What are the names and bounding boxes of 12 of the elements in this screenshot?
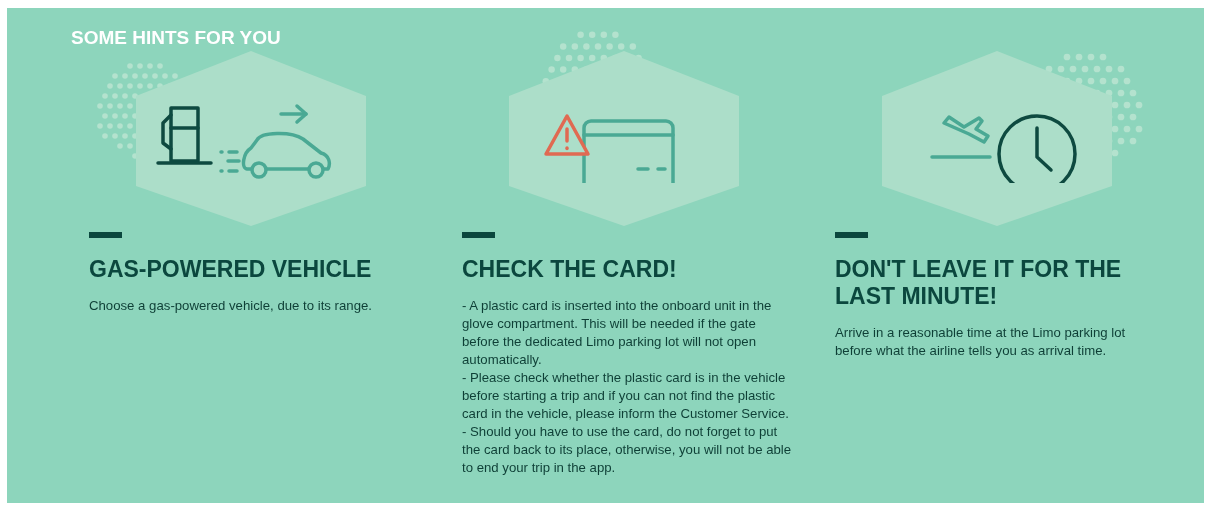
section-title: SOME HINTS FOR YOU <box>71 26 282 50</box>
hint-text: - A plastic card is inserted into the onboard unit in the glove compartment. This will be needed if the gate before the dedicated Limo parking lot will not open automatically. <box>462 297 773 369</box>
hint-title: DON'T LEAVE IT FOR THE LAST MINUTE! <box>835 256 1123 310</box>
accent-bar <box>89 232 122 238</box>
hint-title: GAS-POWERED VEHICLE <box>89 256 373 283</box>
hint-text: Arrive in a reasonable time at the Limo parking lot before what the airline tells you as arrival time. <box>835 324 1127 360</box>
hint-title: CHECK THE CARD! <box>462 256 678 283</box>
hint-text: Choose a gas-powered vehicle, due to its range. <box>89 297 373 315</box>
hint-text: - Please check whether the plastic card is in the vehicle before starting a trip and if you can not find the plastic card in the vehicle, please inform the Customer Service. <box>462 369 790 423</box>
accent-bar <box>462 232 495 238</box>
accent-bar <box>835 232 868 238</box>
hint-text: - Should you have to use the card, do not forget to put the card back to its place, otherwise, you will not be able to end your trip in the app. <box>462 423 792 477</box>
